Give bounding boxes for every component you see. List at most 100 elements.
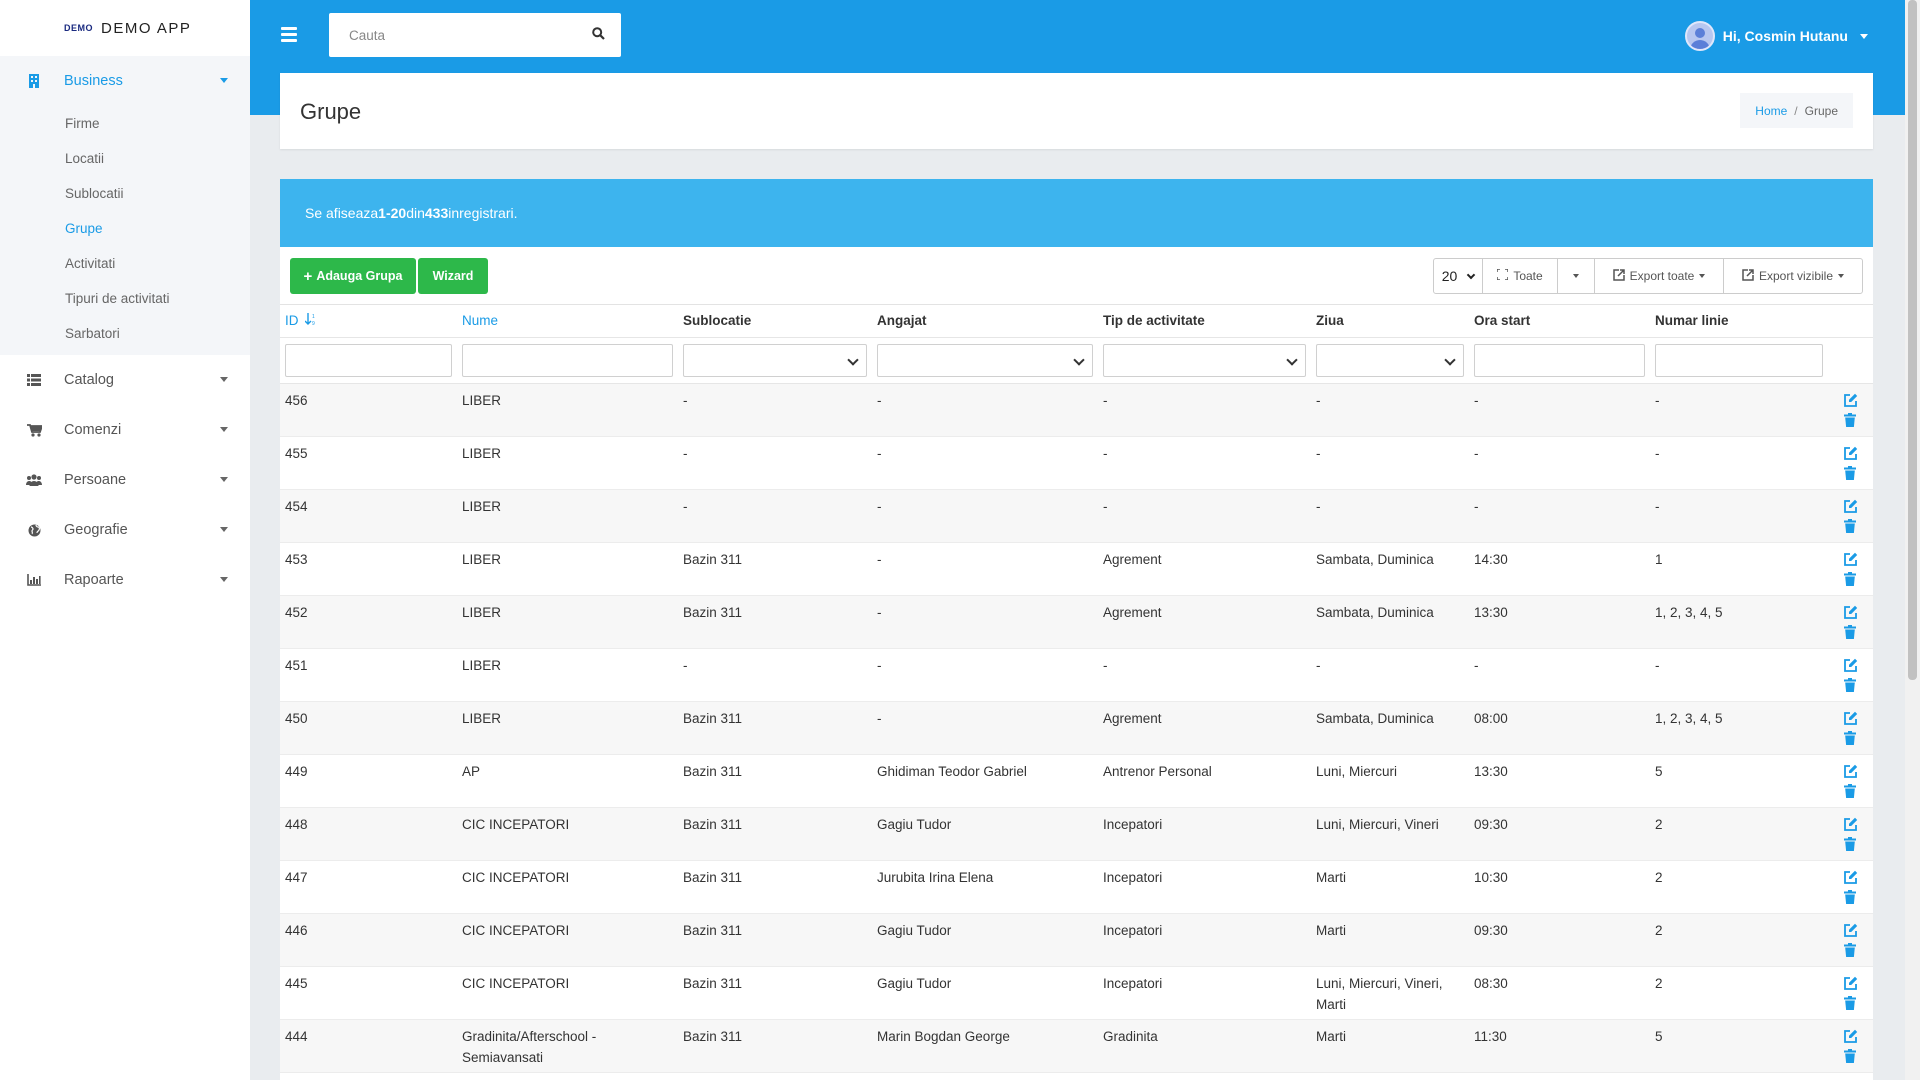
summary-total: 433	[424, 205, 449, 221]
cell-tip-de-activitate: Agrement	[1098, 701, 1311, 755]
cell-sublocatie: Bazin 311	[678, 1019, 872, 1073]
edit-icon[interactable]	[1843, 551, 1858, 566]
table-row: 450 LIBER Bazin 311- Agrement Sambata, Dumin…	[280, 701, 1873, 755]
column-header-tip-de-activitate: Tip de activitate	[1098, 305, 1311, 338]
user-menu[interactable]: Hi, Cosmin Hutanu	[1684, 21, 1868, 51]
edit-icon[interactable]	[1843, 975, 1858, 990]
trash-icon[interactable]	[1843, 465, 1858, 480]
search-button[interactable]	[575, 13, 621, 57]
edit-icon[interactable]	[1843, 763, 1858, 778]
column-header-label: ID	[285, 312, 299, 328]
add-group-button[interactable]: + Adauga Grupa	[290, 258, 416, 294]
trash-icon[interactable]	[1843, 571, 1858, 586]
trash-icon[interactable]	[1843, 783, 1858, 798]
column-header-ziua: Ziua	[1311, 305, 1469, 338]
sidebar-subitem-firme[interactable]: Firme	[0, 106, 250, 141]
cell-tip-de-activitate: Incepatori	[1098, 966, 1311, 1020]
sidebar-item-geografie[interactable]: Geografie	[0, 505, 250, 555]
column-header-id[interactable]: ID 19	[280, 305, 457, 338]
brand[interactable]: DEMO DEMO APP	[0, 0, 250, 56]
trash-icon[interactable]	[1843, 518, 1858, 533]
trash-icon[interactable]	[1843, 677, 1858, 692]
edit-icon[interactable]	[1843, 816, 1858, 831]
sidebar-item-rapoarte[interactable]: Rapoarte	[0, 555, 250, 605]
sidebar-subitem-sarbatori[interactable]: Sarbatori	[0, 316, 250, 351]
filter-nume-input[interactable]	[462, 343, 673, 377]
trash-icon[interactable]	[1843, 836, 1858, 851]
edit-icon[interactable]	[1843, 498, 1858, 513]
trash-icon[interactable]	[1843, 889, 1858, 904]
row-actions	[1828, 595, 1873, 649]
sidebar-subitem-activitati[interactable]: Activitati	[0, 246, 250, 281]
trash-icon[interactable]	[1843, 624, 1858, 639]
table-row: 452 LIBER Bazin 311- Agrement Sambata, Dumin…	[280, 595, 1873, 649]
export-visible-button[interactable]: Export vizibile	[1723, 258, 1863, 294]
cell-id: 446	[280, 913, 457, 967]
table-row: 447 CIC INCEPATORI Bazin 311 Jurubita Irina…	[280, 860, 1873, 914]
sidebar-subitem-sublocatii[interactable]: Sublocatii	[0, 176, 250, 211]
page-scrollbar[interactable]	[1905, 0, 1920, 1080]
chevron-down-icon	[220, 527, 228, 532]
cell-numar-linie: -	[1650, 648, 1828, 702]
filter-tip-de-activitate-select[interactable]	[1103, 343, 1306, 377]
cell-angajat: Jurubita Irina Elena	[872, 860, 1098, 914]
page-header: Grupe Home / Grupe	[280, 73, 1873, 149]
export-all-button[interactable]: Export toate	[1594, 258, 1724, 294]
filter-id-input[interactable]	[285, 343, 452, 377]
edit-icon[interactable]	[1843, 869, 1858, 884]
trash-icon[interactable]	[1843, 942, 1858, 957]
menu-toggle-icon[interactable]	[281, 27, 297, 43]
row-actions	[1828, 436, 1873, 490]
cell-angajat: -	[872, 436, 1098, 490]
cell-ziua: Luni, Miercuri	[1311, 754, 1469, 808]
search-input[interactable]	[329, 13, 575, 57]
sidebar-item-persoane[interactable]: Persoane	[0, 455, 250, 505]
filter-ziua-select[interactable]	[1316, 343, 1464, 377]
cell-tip-de-activitate: -	[1098, 436, 1311, 490]
sidebar-subitem-grupe[interactable]: Grupe	[0, 211, 250, 246]
grid-toolbar-right: 20 Toate Export toate Export vizibile	[1433, 258, 1863, 294]
wizard-button[interactable]: Wizard	[418, 258, 488, 294]
cell-id: 456	[280, 383, 457, 437]
column-header-nume[interactable]: Nume	[457, 305, 678, 338]
brand-logo: DEMO	[64, 23, 93, 33]
page-size-select[interactable]: 20	[1433, 258, 1483, 294]
filter-ora-start-input[interactable]	[1474, 343, 1645, 377]
filter-sublocatie-select[interactable]	[683, 343, 867, 377]
cell-ora-start: -	[1469, 383, 1650, 437]
edit-icon[interactable]	[1843, 922, 1858, 937]
sidebar-item-business[interactable]: Business	[0, 56, 250, 106]
columns-dropdown-button[interactable]	[1557, 258, 1595, 294]
cell-sublocatie: -	[678, 648, 872, 702]
row-actions	[1828, 1019, 1873, 1073]
breadcrumb-home-link[interactable]: Home	[1755, 104, 1787, 118]
sidebar-subitem-tipuri-de-activitati[interactable]: Tipuri de activitati	[0, 281, 250, 316]
cell-nume: Gradinita/Afterschool - Semiavansati	[457, 1019, 678, 1073]
cell-ora-start: 13:30	[1469, 754, 1650, 808]
edit-icon[interactable]	[1843, 392, 1858, 407]
cell-sublocatie: Bazin 311	[678, 542, 872, 596]
sidebar-subitem-locatii[interactable]: Locatii	[0, 141, 250, 176]
row-actions	[1828, 966, 1873, 1020]
edit-icon[interactable]	[1843, 657, 1858, 672]
edit-icon[interactable]	[1843, 710, 1858, 725]
scrollbar-thumb[interactable]	[1908, 0, 1917, 680]
filter-angajat-select[interactable]	[877, 343, 1093, 377]
edit-icon[interactable]	[1843, 604, 1858, 619]
row-actions	[1828, 754, 1873, 808]
trash-icon[interactable]	[1843, 730, 1858, 745]
users-icon	[26, 472, 42, 488]
edit-icon[interactable]	[1843, 445, 1858, 460]
trash-icon[interactable]	[1843, 995, 1858, 1010]
filter-numar-linie-input[interactable]	[1655, 343, 1823, 377]
sidebar-item-comenzi[interactable]: Comenzi	[0, 405, 250, 455]
edit-icon[interactable]	[1843, 1028, 1858, 1043]
cell-sublocatie: Bazin 311	[678, 913, 872, 967]
chevron-down-icon	[1573, 274, 1579, 278]
summary-middle: din	[406, 205, 425, 221]
show-all-button[interactable]: Toate	[1482, 258, 1558, 294]
sidebar-item-catalog[interactable]: Catalog	[0, 355, 250, 405]
trash-icon[interactable]	[1843, 412, 1858, 427]
trash-icon[interactable]	[1843, 1048, 1858, 1063]
page-title: Grupe	[300, 99, 362, 124]
